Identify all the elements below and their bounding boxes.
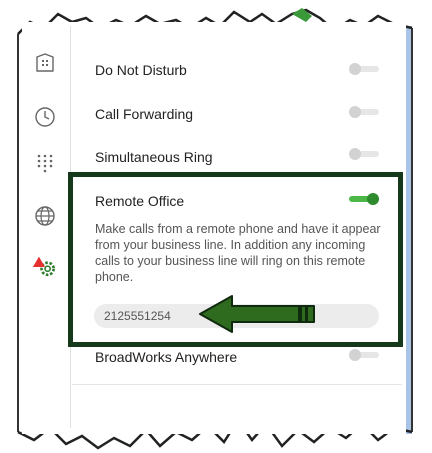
setting-label-call-forwarding: Call Forwarding	[95, 106, 194, 122]
setting-label-do-not-disturb: Do Not Disturb	[95, 62, 187, 78]
setting-label-remote-office: Remote Office	[95, 193, 185, 209]
toggle-knob	[349, 148, 361, 160]
settings-gear-alert-icon[interactable]	[32, 254, 58, 280]
clock-icon[interactable]	[32, 104, 58, 130]
toggle-knob	[349, 349, 361, 361]
toggle-knob	[349, 106, 361, 118]
setting-label-simultaneous-ring: Simultaneous Ring	[95, 149, 213, 165]
callout-arrow-icon	[199, 295, 315, 333]
toggle-knob	[349, 63, 361, 75]
dialpad-icon[interactable]	[32, 150, 58, 176]
toggle-call-forwarding[interactable]	[349, 106, 379, 118]
toggle-do-not-disturb[interactable]	[349, 63, 379, 75]
toggle-broadworks-anywhere[interactable]	[349, 349, 379, 361]
sidebar	[22, 40, 68, 432]
toggle-remote-office[interactable]	[349, 193, 379, 205]
remote-office-description: Make calls from a remote phone and have …	[95, 222, 381, 284]
setting-label-broadworks-anywhere: BroadWorks Anywhere	[95, 349, 238, 365]
toggle-knob	[367, 193, 379, 205]
globe-icon[interactable]	[32, 203, 58, 229]
toggle-simultaneous-ring[interactable]	[349, 148, 379, 160]
building-icon[interactable]	[32, 50, 58, 76]
section-divider	[72, 384, 402, 385]
